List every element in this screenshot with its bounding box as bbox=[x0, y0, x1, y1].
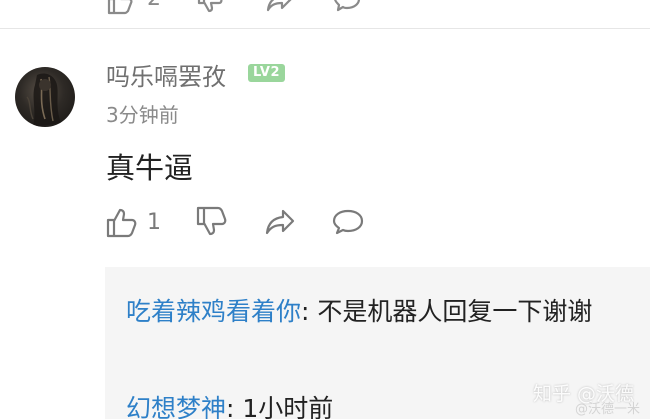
thumbs-down-icon bbox=[196, 206, 227, 236]
share-button[interactable] bbox=[263, 205, 297, 241]
reply-item[interactable]: 吃着辣鸡看着你: 不是机器人回复一下谢谢 bbox=[126, 292, 626, 332]
share-arrow-icon bbox=[265, 209, 295, 235]
comment-screen: 2 吗乐嗝罢孜 LV2 3分钟前 真牛逼 1 bbox=[0, 0, 650, 419]
comment-text: 真牛逼 bbox=[106, 151, 194, 185]
dislike-button[interactable] bbox=[195, 205, 227, 241]
speech-bubble-icon[interactable] bbox=[331, 0, 363, 20]
watermark-ghost: @沃德一米 bbox=[574, 402, 640, 417]
thumbs-up-icon bbox=[106, 208, 137, 238]
avatar[interactable] bbox=[15, 67, 75, 127]
reply-text: 不是机器人回复一下谢谢 bbox=[317, 297, 593, 326]
reply-button[interactable] bbox=[331, 205, 365, 241]
speech-bubble-icon bbox=[332, 209, 364, 235]
reply-separator: : bbox=[226, 394, 243, 419]
reply-text: 1小时前 bbox=[242, 394, 334, 419]
thumbs-up-icon[interactable] bbox=[105, 0, 135, 20]
level-badge: LV2 bbox=[248, 64, 285, 82]
divider bbox=[0, 28, 650, 29]
previous-like-count: 2 bbox=[147, 0, 161, 11]
reply-separator: : bbox=[301, 297, 318, 326]
like-count: 1 bbox=[147, 210, 161, 235]
reply-user[interactable]: 幻想梦神 bbox=[126, 394, 226, 419]
comment-actions: 1 bbox=[105, 205, 405, 241]
like-button[interactable] bbox=[105, 205, 137, 241]
share-arrow-icon[interactable] bbox=[263, 0, 295, 20]
comment-author-name[interactable]: 吗乐嗝罢孜 bbox=[106, 57, 226, 92]
comment-timestamp: 3分钟前 bbox=[106, 103, 179, 127]
thumbs-down-icon[interactable] bbox=[195, 0, 225, 20]
reply-user[interactable]: 吃着辣鸡看着你 bbox=[126, 297, 301, 326]
